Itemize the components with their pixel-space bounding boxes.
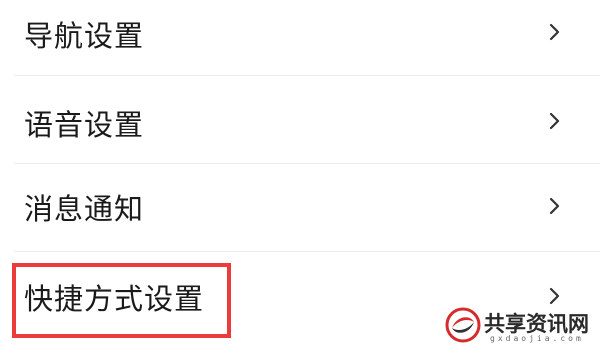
chevron-right-icon xyxy=(549,197,560,215)
chevron-right-icon xyxy=(549,23,560,41)
watermark-domain: gxdaojia.com xyxy=(490,334,584,343)
settings-item-voice[interactable]: 语音设置 xyxy=(0,75,600,163)
settings-item-notifications[interactable]: 消息通知 xyxy=(0,163,600,251)
watermark-logo-icon xyxy=(445,307,481,343)
chevron-right-icon xyxy=(549,112,560,130)
settings-item-label: 语音设置 xyxy=(24,108,145,142)
watermark: 共享资讯网 gxdaojia.com xyxy=(444,304,592,348)
highlight-box xyxy=(12,263,231,338)
settings-item-label: 消息通知 xyxy=(24,192,145,226)
settings-item-navigation[interactable]: 导航设置 xyxy=(0,0,600,75)
settings-item-label: 导航设置 xyxy=(24,19,145,53)
settings-screen: 导航设置 语音设置 消息通知 快捷方式设置 共享资讯网 gxdaojia.com xyxy=(0,0,600,354)
